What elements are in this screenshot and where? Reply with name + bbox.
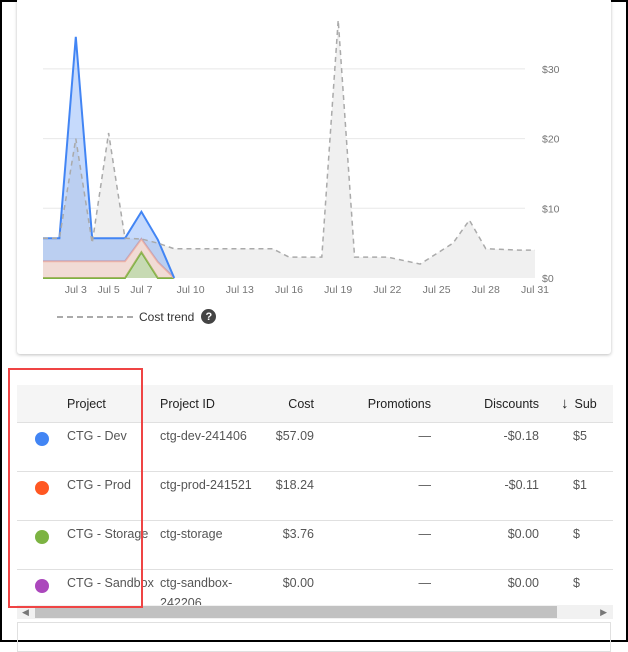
x-tick-label: Jul 3 [65,284,87,296]
subtotal: $1 [573,478,587,492]
y-tick-label: $10 [542,203,560,215]
header-promotions[interactable]: Promotions [314,394,431,414]
promotions: — [418,527,432,541]
x-tick-label: Jul 13 [226,284,254,296]
header-discounts[interactable]: Discounts [431,394,539,414]
promotions: — [418,478,432,492]
scroll-left-icon[interactable]: ◀ [22,607,29,618]
header-cost[interactable]: Cost [260,394,314,414]
discounts: -$0.11 [504,478,539,492]
scroll-right-icon[interactable]: ▶ [600,607,607,618]
subtotal: $ [573,527,580,541]
promotions: — [418,429,432,443]
x-tick-label: Jul 31 [521,284,549,296]
x-tick-label: Jul 7 [130,284,152,296]
project-id: ctg-dev-241406 [160,429,247,443]
header-subtotal[interactable]: ↓ Sub [539,394,613,414]
y-tick-label: $20 [542,134,560,146]
x-tick-label: Jul 10 [177,284,205,296]
cost-chart: $0$10$20$30Jul 3 Jul 5 Jul 7 Jul 10 Jul 13 Ju… [43,20,560,296]
legend-dashed-line [57,315,133,318]
subtotal: $5 [573,429,587,443]
highlight-box [8,368,143,608]
chart-legend: Cost trend ? [57,309,217,324]
discounts: -$0.18 [503,429,539,443]
y-tick-label: $30 [542,64,560,76]
arrow-down-icon: ↓ [561,394,569,412]
discounts: $0.00 [507,527,539,541]
x-tick-label: Jul 5 [98,284,120,296]
legend-label: Cost trend [139,309,195,324]
help-icon[interactable]: ? [201,309,217,324]
cost: $3.76 [282,527,314,541]
cost-chart-card: $0 $10 $20 $30 Jul 3 Jul 5 Jul 7 Jul 10 Jul 13 Ju… [17,0,611,354]
x-tick-label: Jul 25 [423,284,451,296]
header-subtotal-label: Sub [574,396,597,411]
x-tick-label: Jul 22 [373,284,401,296]
project-id: ctg-storage [160,527,223,541]
cost: $18.24 [275,478,314,492]
x-tick-label: Jul 16 [275,284,303,296]
project-id: ctg-prod-241521 [160,478,252,492]
header-project-id[interactable]: Project ID [160,394,260,414]
x-tick-label: Jul 19 [324,284,352,296]
cost: $57.09 [275,429,314,443]
bottom-panel [17,622,611,652]
x-tick-label: Jul 28 [472,284,500,296]
